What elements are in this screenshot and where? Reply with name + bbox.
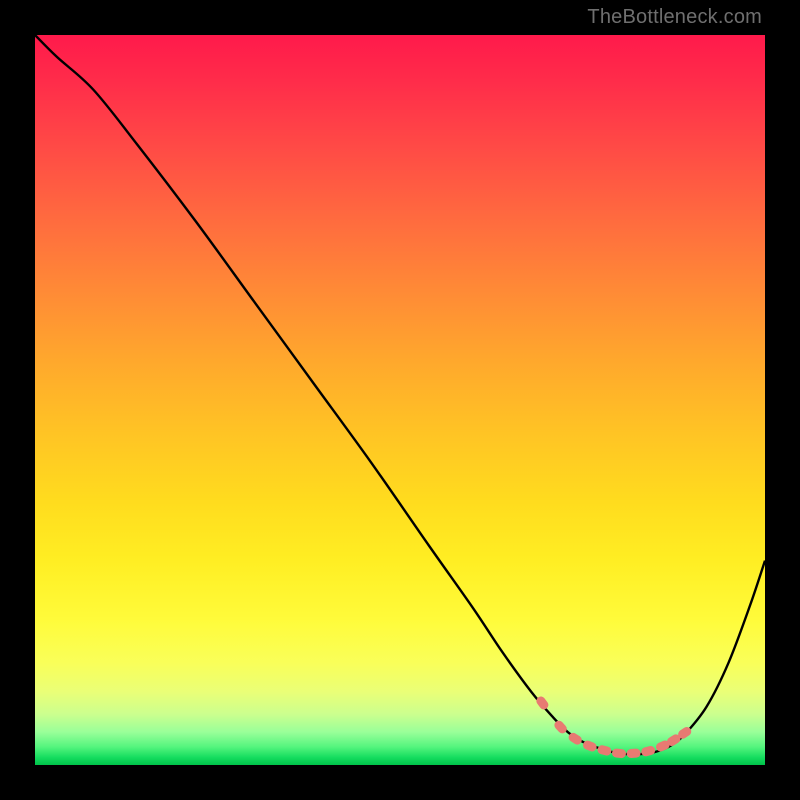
chart-frame: { "watermark": "TheBottleneck.com", "col… — [0, 0, 800, 800]
bottleneck-curve — [35, 35, 765, 754]
marker-pill — [640, 745, 656, 757]
marker-pill — [612, 748, 627, 758]
plot-area — [35, 35, 765, 765]
curve-layer — [35, 35, 765, 765]
marker-pill — [553, 719, 569, 735]
marker-pill — [626, 748, 641, 758]
watermark-text: TheBottleneck.com — [587, 6, 762, 29]
optimal-range-markers — [535, 695, 693, 759]
marker-pill — [597, 744, 613, 756]
